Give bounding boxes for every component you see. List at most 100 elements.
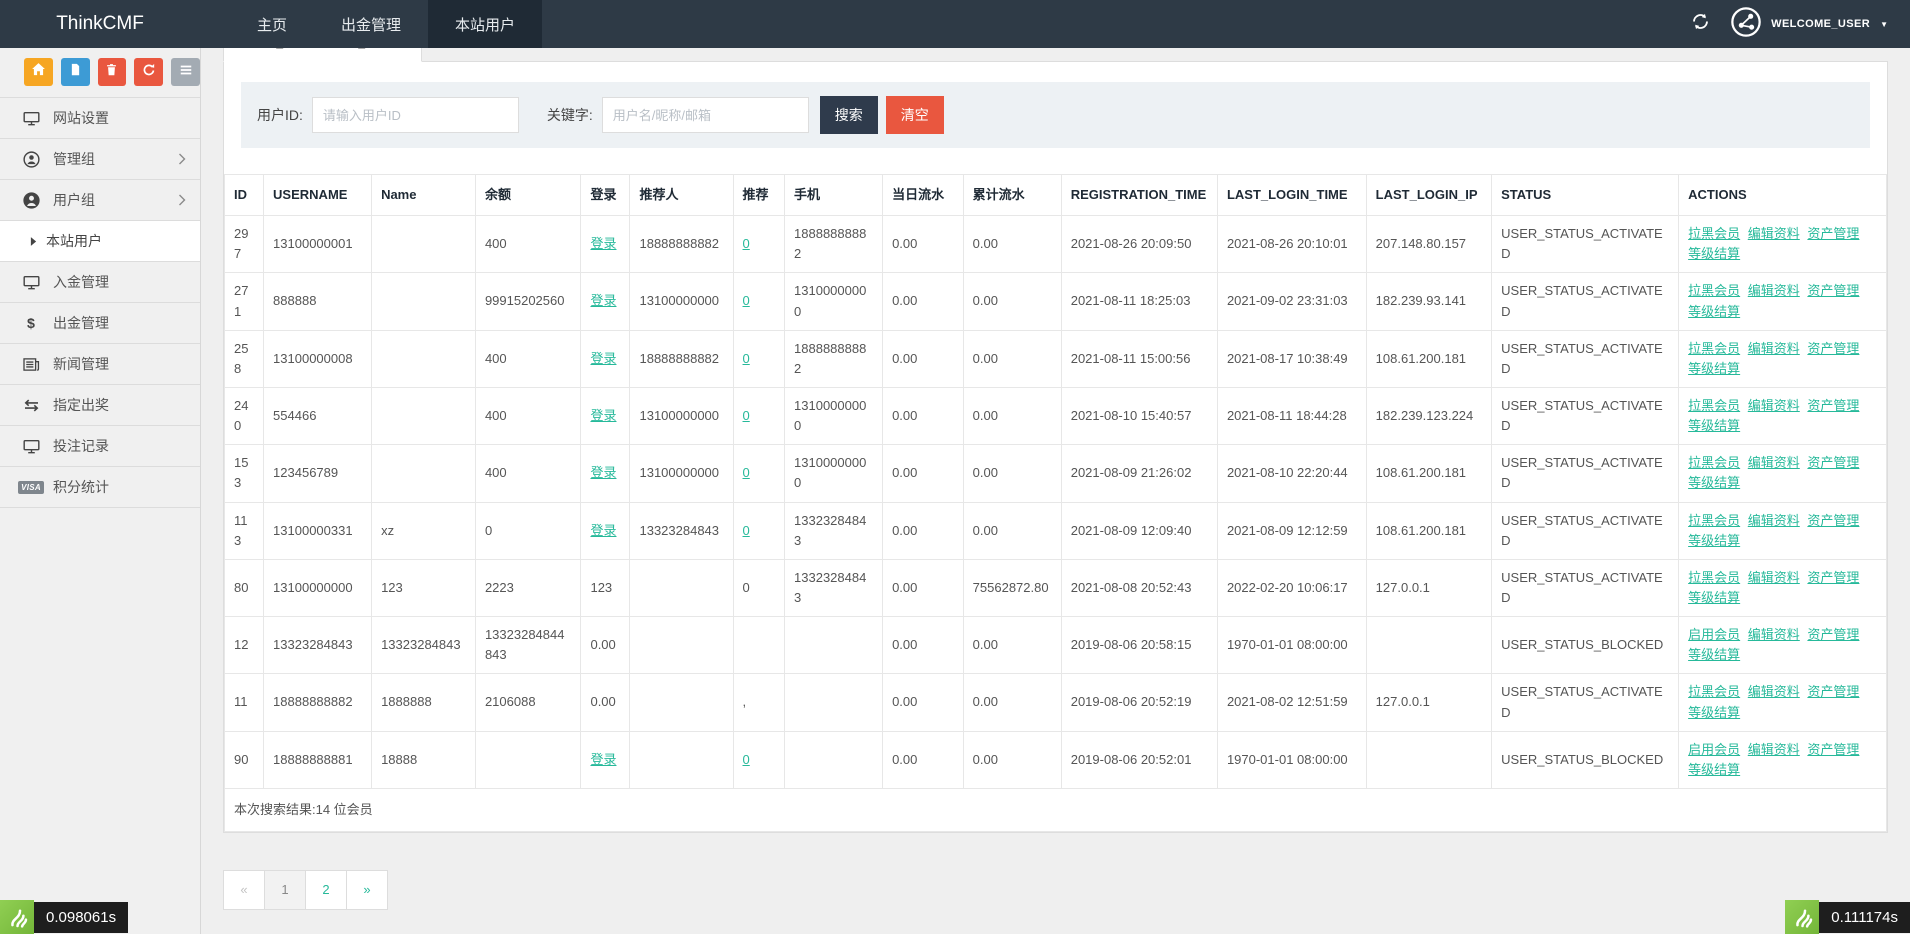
action-link[interactable]: 等级结算 [1688, 590, 1740, 605]
action-link[interactable]: 启用会员 [1688, 627, 1740, 642]
login-link[interactable]: 登录 [590, 523, 616, 538]
action-link[interactable]: 拉黑会员 [1688, 226, 1740, 241]
action-link[interactable]: 资产管理 [1807, 627, 1859, 642]
cell-id: 113 [223, 501, 265, 560]
file-button[interactable] [60, 58, 90, 86]
action-link[interactable]: 编辑资料 [1748, 513, 1800, 528]
cell-last-login-ip: 108.61.200.181 [1365, 501, 1493, 560]
cell-username: 888888 [263, 272, 373, 331]
cell-referral-count: 0 [732, 444, 786, 503]
referral-count-link[interactable]: 0 [743, 351, 750, 366]
referral-count-link[interactable]: 0 [743, 408, 750, 423]
referral-count-link[interactable]: 0 [743, 752, 750, 767]
monitor-icon [19, 439, 43, 454]
clear-button[interactable]: 清空 [885, 96, 944, 134]
action-link[interactable]: 拉黑会员 [1688, 684, 1740, 699]
action-link[interactable]: 等级结算 [1688, 246, 1740, 261]
referral-count-link[interactable]: 0 [743, 523, 750, 538]
action-link[interactable]: 等级结算 [1688, 418, 1740, 433]
column-header: LAST_LOGIN_IP [1365, 173, 1493, 217]
sidebar-item[interactable]: 指定出奖 [0, 385, 200, 426]
sidebar-item[interactable]: 网站设置 [0, 98, 200, 139]
action-link[interactable]: 拉黑会员 [1688, 398, 1740, 413]
login-link[interactable]: 登录 [590, 293, 616, 308]
chevron-right-icon [178, 153, 186, 165]
action-link[interactable]: 资产管理 [1807, 570, 1859, 585]
sidebar-item[interactable]: 入金管理 [0, 262, 200, 303]
action-link[interactable]: 编辑资料 [1748, 570, 1800, 585]
sidebar-item[interactable]: 用户组 [0, 180, 200, 221]
action-link[interactable]: 编辑资料 [1748, 684, 1800, 699]
top-navbar: ThinkCMF 主页 出金管理 本站用户 WELCOME_USER ▼ [0, 0, 1910, 48]
cell-referral-count: 0 [732, 215, 786, 274]
sidebar-item[interactable]: 管理组 [0, 139, 200, 180]
action-link[interactable]: 拉黑会员 [1688, 283, 1740, 298]
page-item[interactable]: » [346, 870, 388, 911]
action-link[interactable]: 等级结算 [1688, 475, 1740, 490]
action-link[interactable]: 编辑资料 [1748, 627, 1800, 642]
search-button[interactable]: 搜索 [819, 96, 878, 134]
cell-name [371, 215, 476, 274]
action-link[interactable]: 拉黑会员 [1688, 513, 1740, 528]
action-link[interactable]: 拉黑会员 [1688, 341, 1740, 356]
action-link[interactable]: 拉黑会员 [1688, 455, 1740, 470]
login-link[interactable]: 登录 [590, 752, 616, 767]
action-link[interactable]: 编辑资料 [1748, 341, 1800, 356]
action-link[interactable]: 等级结算 [1688, 361, 1740, 376]
login-link[interactable]: 登录 [590, 351, 616, 366]
caret-down-icon: ▼ [1880, 19, 1888, 29]
action-link[interactable]: 等级结算 [1688, 762, 1740, 777]
user-id-input[interactable] [311, 97, 519, 133]
nav-item[interactable]: 本站用户 [428, 0, 543, 48]
action-link[interactable]: 编辑资料 [1748, 283, 1800, 298]
sidebar-item[interactable]: 本站用户 [0, 221, 200, 262]
home-button[interactable] [24, 58, 53, 86]
sidebar-item[interactable]: 投注记录 [0, 426, 200, 467]
action-link[interactable]: 资产管理 [1807, 742, 1859, 757]
action-link[interactable]: 等级结算 [1688, 647, 1740, 662]
action-link[interactable]: 编辑资料 [1748, 742, 1800, 757]
sidebar-item[interactable]: VISA 积分统计 [0, 467, 200, 508]
list-button[interactable] [171, 58, 200, 86]
cell-phone: 13100000000 [784, 272, 884, 331]
action-link[interactable]: 资产管理 [1807, 283, 1859, 298]
action-link[interactable]: 等级结算 [1688, 304, 1740, 319]
refresh-icon [1691, 12, 1710, 36]
cell-status: USER_STATUS_BLOCKED [1491, 616, 1680, 675]
sidebar-item-label: 管理组 [53, 151, 95, 167]
referral-count-link[interactable]: 0 [743, 293, 750, 308]
action-link[interactable]: 资产管理 [1807, 513, 1859, 528]
cell-balance: 400 [474, 386, 582, 446]
referral-count-link[interactable]: 0 [743, 236, 750, 251]
nav-item[interactable]: 出金管理 [314, 0, 428, 48]
user-menu[interactable]: WELCOME_USER ▼ [1730, 6, 1888, 43]
action-link[interactable]: 资产管理 [1807, 398, 1859, 413]
action-link[interactable]: 启用会员 [1688, 742, 1740, 757]
action-link[interactable]: 资产管理 [1807, 226, 1859, 241]
welcome-user-label: WELCOME_USER [1771, 18, 1871, 30]
action-link[interactable]: 编辑资料 [1748, 226, 1800, 241]
refresh-button[interactable] [1691, 12, 1710, 36]
sidebar-item[interactable]: $ 出金管理 [0, 303, 200, 344]
trash-button[interactable] [97, 58, 127, 86]
action-link[interactable]: 资产管理 [1807, 455, 1859, 470]
keyword-input[interactable] [601, 97, 809, 133]
cell-login: 登录 [580, 215, 631, 274]
action-link[interactable]: 等级结算 [1688, 533, 1740, 548]
recycle-button[interactable] [134, 58, 164, 86]
action-link[interactable]: 编辑资料 [1748, 455, 1800, 470]
referral-count-link[interactable]: 0 [743, 465, 750, 480]
sidebar-item[interactable]: 新闻管理 [0, 344, 200, 385]
action-link[interactable]: 编辑资料 [1748, 398, 1800, 413]
login-link[interactable]: 登录 [590, 465, 616, 480]
cell-registration-time: 2019-08-06 20:52:19 [1060, 673, 1218, 732]
page-item[interactable]: 2 [305, 870, 347, 911]
action-link[interactable]: 资产管理 [1807, 341, 1859, 356]
login-link[interactable]: 登录 [590, 236, 616, 251]
nav-item[interactable]: 主页 [230, 0, 314, 48]
action-link[interactable]: 拉黑会员 [1688, 570, 1740, 585]
brand-logo[interactable]: ThinkCMF [0, 0, 200, 48]
action-link[interactable]: 等级结算 [1688, 705, 1740, 720]
login-link[interactable]: 登录 [590, 408, 616, 423]
action-link[interactable]: 资产管理 [1807, 684, 1859, 699]
